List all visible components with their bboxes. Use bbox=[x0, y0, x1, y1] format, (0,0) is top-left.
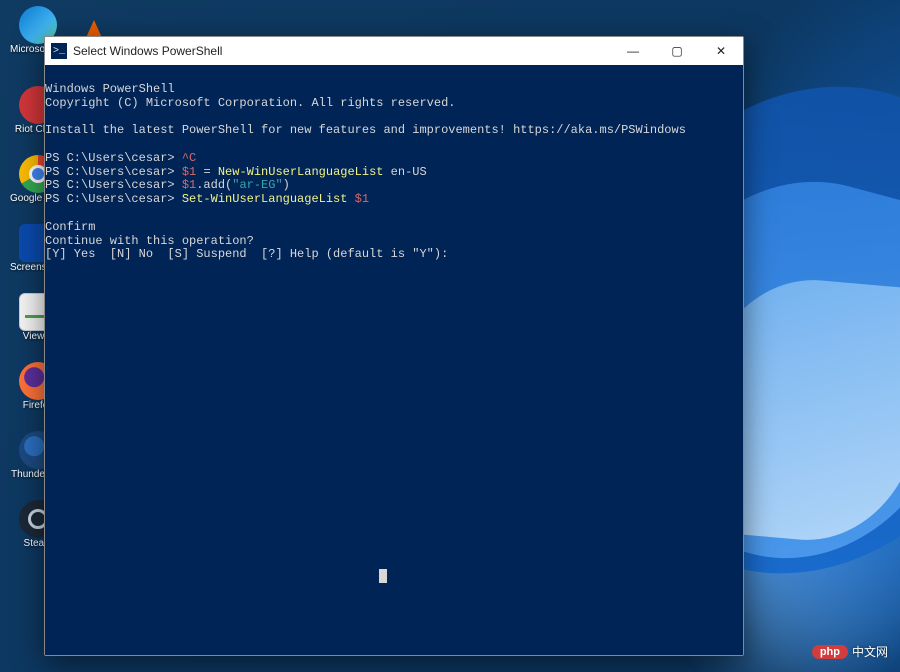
cmdlet: New-WinUserLanguageList bbox=[218, 165, 391, 179]
window-title: Select Windows PowerShell bbox=[73, 44, 611, 58]
confirm-heading: Confirm bbox=[45, 220, 95, 234]
terminal-line: PS C:\Users\cesar> $1.add("ar-EG") bbox=[45, 178, 290, 192]
prompt: PS C:\Users\cesar> bbox=[45, 165, 182, 179]
string: "ar-EG" bbox=[232, 178, 282, 192]
arg: en-US bbox=[391, 165, 427, 179]
prompt: PS C:\Users\cesar> bbox=[45, 178, 182, 192]
minimize-icon: — bbox=[627, 44, 639, 58]
prompt: PS C:\Users\cesar> bbox=[45, 151, 182, 165]
close-button[interactable]: ✕ bbox=[699, 37, 743, 65]
terminal-banner: Copyright (C) Microsoft Corporation. All… bbox=[45, 96, 455, 110]
var: $1 bbox=[355, 192, 369, 206]
watermark-badge: php bbox=[812, 645, 848, 659]
terminal-banner: Windows PowerShell bbox=[45, 82, 175, 96]
confirm-question: Continue with this operation? bbox=[45, 234, 254, 248]
method: .add( bbox=[196, 178, 232, 192]
paren: ) bbox=[283, 178, 290, 192]
confirm-options: [Y] Yes [N] No [S] Suspend [?] Help (def… bbox=[45, 247, 448, 261]
minimize-button[interactable]: — bbox=[611, 37, 655, 65]
prompt: PS C:\Users\cesar> bbox=[45, 192, 182, 206]
var: $1 bbox=[182, 178, 196, 192]
terminal-cursor bbox=[379, 569, 387, 583]
var: $1 bbox=[182, 165, 204, 179]
terminal-install-msg: Install the latest PowerShell for new fe… bbox=[45, 123, 686, 137]
maximize-button[interactable]: ▢ bbox=[655, 37, 699, 65]
terminal-line: PS C:\Users\cesar> Set-WinUserLanguageLi… bbox=[45, 192, 369, 206]
terminal-line: PS C:\Users\cesar> $1 = New-WinUserLangu… bbox=[45, 165, 427, 179]
terminal-body[interactable]: Windows PowerShell Copyright (C) Microso… bbox=[45, 65, 743, 655]
powershell-window: >_ Select Windows PowerShell — ▢ ✕ Windo… bbox=[44, 36, 744, 656]
close-icon: ✕ bbox=[716, 44, 726, 58]
maximize-icon: ▢ bbox=[671, 44, 682, 58]
terminal-line: PS C:\Users\cesar> ^C bbox=[45, 151, 196, 165]
cmd-ctrl-c: ^C bbox=[182, 151, 196, 165]
watermark: php 中文网 bbox=[812, 643, 888, 660]
op: = bbox=[203, 165, 217, 179]
window-titlebar[interactable]: >_ Select Windows PowerShell — ▢ ✕ bbox=[45, 37, 743, 65]
cmdlet: Set-WinUserLanguageList bbox=[182, 192, 355, 206]
powershell-icon: >_ bbox=[51, 43, 67, 59]
watermark-text: 中文网 bbox=[852, 643, 888, 660]
